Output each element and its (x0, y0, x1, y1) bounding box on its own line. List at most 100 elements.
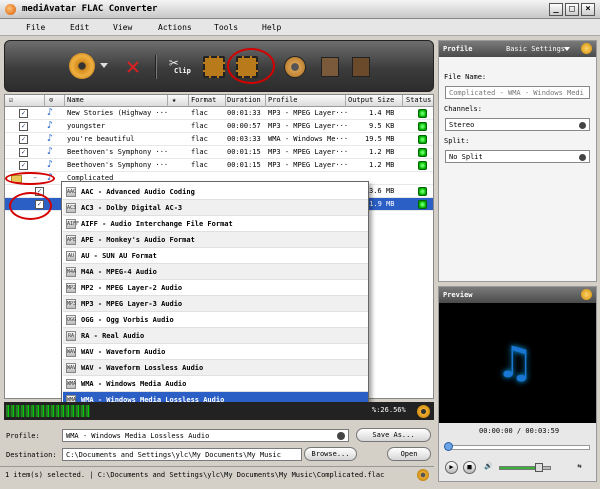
add-file-icon[interactable] (69, 53, 95, 79)
menu-help[interactable]: Help (262, 23, 281, 32)
volume-slider[interactable] (499, 466, 551, 470)
profile-option[interactable]: MP2 MP2 - MPEG Layer-2 Audio (63, 280, 368, 296)
seek-bar[interactable] (445, 445, 590, 450)
toolbar-separator (155, 55, 157, 79)
clip-button[interactable]: ✂ Clip (167, 53, 193, 81)
profile-option-label: MP2 - MPEG Layer-2 Audio (81, 284, 183, 292)
header-output-size[interactable]: Output Size (348, 96, 394, 104)
row-name: Beethoven's Symphony ··· (67, 148, 169, 156)
settings-gear-icon[interactable] (417, 405, 430, 418)
minimize-button[interactable]: _ (549, 3, 563, 16)
play-icon[interactable]: ▶ (445, 461, 458, 474)
volume-knob[interactable] (535, 463, 543, 472)
audio-format-icon: APE (66, 235, 77, 245)
profile-option-label: AC3 - Dolby Digital AC-3 (81, 204, 183, 212)
split-select[interactable]: No Split (445, 150, 590, 163)
preview-title: Preview (443, 291, 473, 299)
audio-format-icon: MP2 (66, 283, 77, 293)
channels-select[interactable]: Stereo (445, 118, 590, 131)
header-status[interactable]: Status (406, 96, 431, 104)
profile-option[interactable]: WAV WAV - Waveform Audio (63, 344, 368, 360)
table-row[interactable]: ✓ ♪ New Stories (Highway ··· flac 00:01:… (5, 107, 433, 120)
status-ready-icon (418, 161, 427, 170)
profile-option[interactable]: M4A M4A - MPEG-4 Audio (63, 264, 368, 280)
close-button[interactable]: × (581, 3, 595, 16)
highlight-ring (9, 192, 52, 220)
header-profile[interactable]: Profile (268, 96, 298, 104)
volume-icon[interactable]: 🔊 (482, 461, 495, 474)
browse-button[interactable]: Browse... (304, 447, 357, 461)
table-row[interactable]: ✓ ♪ you're beautiful flac 00:03:33 WMA -… (5, 133, 433, 146)
profile-option[interactable]: OGG OGG - Ogg Vorbis Audio (63, 312, 368, 328)
header-format[interactable]: Format (191, 96, 216, 104)
profile-option[interactable]: RA RA - Real Audio (63, 328, 368, 344)
table-row[interactable]: ✓ ♪ youngster flac 00:00:57 MP3 - MPEG L… (5, 120, 433, 133)
status-info-icon[interactable] (417, 469, 429, 481)
audio-file-icon: ♪ (47, 146, 54, 157)
audio-format-icon: OGG (66, 315, 77, 325)
header-star[interactable]: ★ (172, 96, 176, 104)
audio-format-icon: M4A (66, 267, 77, 277)
profile-dropdown-list[interactable]: AAC AAC - Advanced Audio Coding AC3 AC3 - … (61, 181, 369, 413)
snapshot-icon[interactable]: ⇆ (573, 461, 586, 474)
row-format: flac (191, 135, 208, 143)
header-status-icon: ⊙ (49, 96, 54, 104)
remove-icon[interactable]: ✕ (121, 53, 145, 81)
row-size: 19.5 MB (365, 135, 395, 143)
convert-start-icon[interactable] (284, 56, 306, 78)
row-checkbox[interactable]: ✓ (19, 135, 28, 144)
header-name[interactable]: Name (67, 96, 84, 104)
profile-select[interactable]: WMA - Windows Media Lossless Audio (62, 429, 349, 442)
table-row[interactable]: ✓ ♪ Beethoven's Symphony ··· flac 00:01:… (5, 159, 433, 172)
profile-option[interactable]: APE APE - Monkey's Audio Format (63, 232, 368, 248)
menu-tools[interactable]: Tools (214, 23, 238, 32)
profile-option[interactable]: AC3 AC3 - Dolby Digital AC-3 (63, 200, 368, 216)
save-as-button[interactable]: Save As... (356, 428, 431, 442)
table-row[interactable]: ✓ ♪ Beethoven's Symphony ··· flac 00:01:… (5, 146, 433, 159)
destination-field[interactable]: C:\Documents and Settings\ylc\My Documen… (62, 448, 302, 461)
basic-settings-dropdown[interactable]: Basic Settings (506, 45, 565, 53)
profile-option[interactable]: AIFF AIFF - Audio Interchange File Format (63, 216, 368, 232)
profile-option[interactable]: AU AU - SUN AU Format (63, 248, 368, 264)
seek-knob[interactable] (444, 442, 453, 451)
maximize-button[interactable]: □ (565, 3, 579, 16)
header-checkbox[interactable]: ☑ (9, 96, 13, 104)
menu-actions[interactable]: Actions (158, 23, 192, 32)
status-ready-icon (418, 148, 427, 157)
panel-collapse-icon[interactable] (581, 289, 592, 300)
menu-edit[interactable]: Edit (70, 23, 89, 32)
profile-label: Profile: (6, 432, 40, 440)
profile-panel: Profile Basic Settings File Name: Compli… (438, 40, 597, 282)
highlight-ring (227, 48, 275, 84)
profile-option-label: OGG - Ogg Vorbis Audio (81, 316, 174, 324)
stop-icon[interactable] (352, 57, 370, 77)
chevron-down-icon[interactable] (564, 47, 570, 51)
row-checkbox[interactable]: ✓ (19, 148, 28, 157)
row-checkbox[interactable]: ✓ (19, 122, 28, 131)
audio-format-icon: WAV (66, 347, 77, 357)
pause-icon[interactable] (321, 57, 339, 77)
row-checkbox[interactable]: ✓ (19, 109, 28, 118)
profile-option[interactable]: WAV WAV - Waveform Lossless Audio (63, 360, 368, 376)
header-duration[interactable]: Duration (227, 96, 261, 104)
profile-option[interactable]: AAC AAC - Advanced Audio Coding (63, 184, 368, 200)
window-title: mediAvatar FLAC Converter (22, 4, 158, 14)
menu-file[interactable]: File (26, 23, 45, 32)
row-checkbox[interactable]: ✓ (19, 161, 28, 170)
audio-file-icon: ♪ (47, 133, 54, 144)
panel-collapse-icon[interactable] (581, 43, 592, 54)
add-dropdown-arrow-icon[interactable] (100, 63, 108, 68)
effect-film-icon[interactable] (203, 56, 225, 78)
open-button[interactable]: Open (387, 447, 431, 461)
stop-icon[interactable]: ■ (463, 461, 476, 474)
row-size: 9.5 KB (369, 122, 395, 130)
profile-option[interactable]: MP3 MP3 - MPEG Layer-3 Audio (63, 296, 368, 312)
destination-label: Destination: (6, 451, 57, 459)
profile-option[interactable]: WMA WMA - Windows Media Audio (63, 376, 368, 392)
menu-view[interactable]: View (113, 23, 132, 32)
profile-option-label: AAC - Advanced Audio Coding (81, 188, 195, 196)
chevron-down-icon (579, 122, 586, 129)
file-name-field[interactable]: Complicated - WMA - Windows Medi (445, 86, 590, 99)
profile-option-label: WAV - Waveform Audio (81, 348, 166, 356)
audio-format-icon: AAC (66, 187, 77, 197)
